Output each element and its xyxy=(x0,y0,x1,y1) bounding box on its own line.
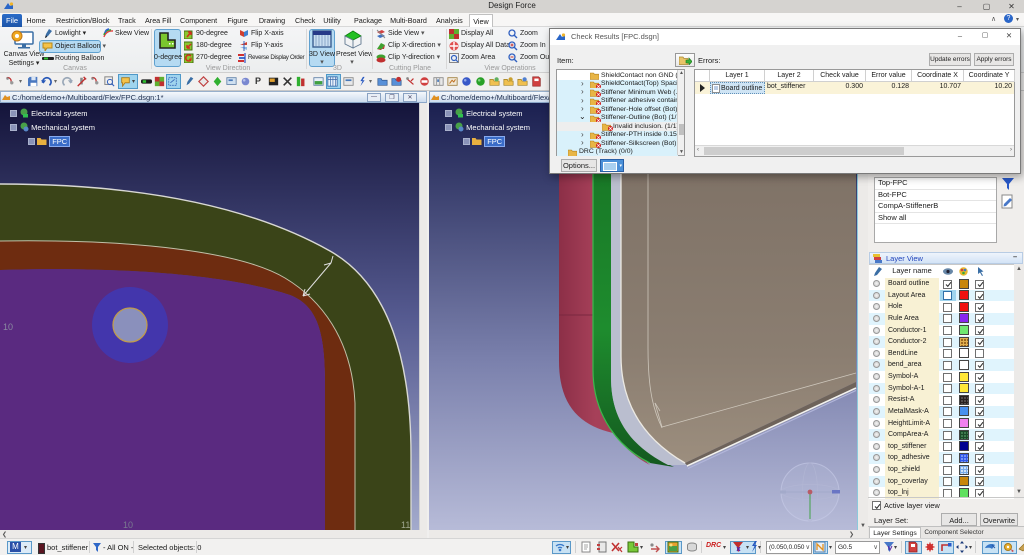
svg-text:10: 10 xyxy=(3,322,13,332)
svg-text:11: 11 xyxy=(401,520,410,530)
svg-text:10: 10 xyxy=(123,520,133,530)
